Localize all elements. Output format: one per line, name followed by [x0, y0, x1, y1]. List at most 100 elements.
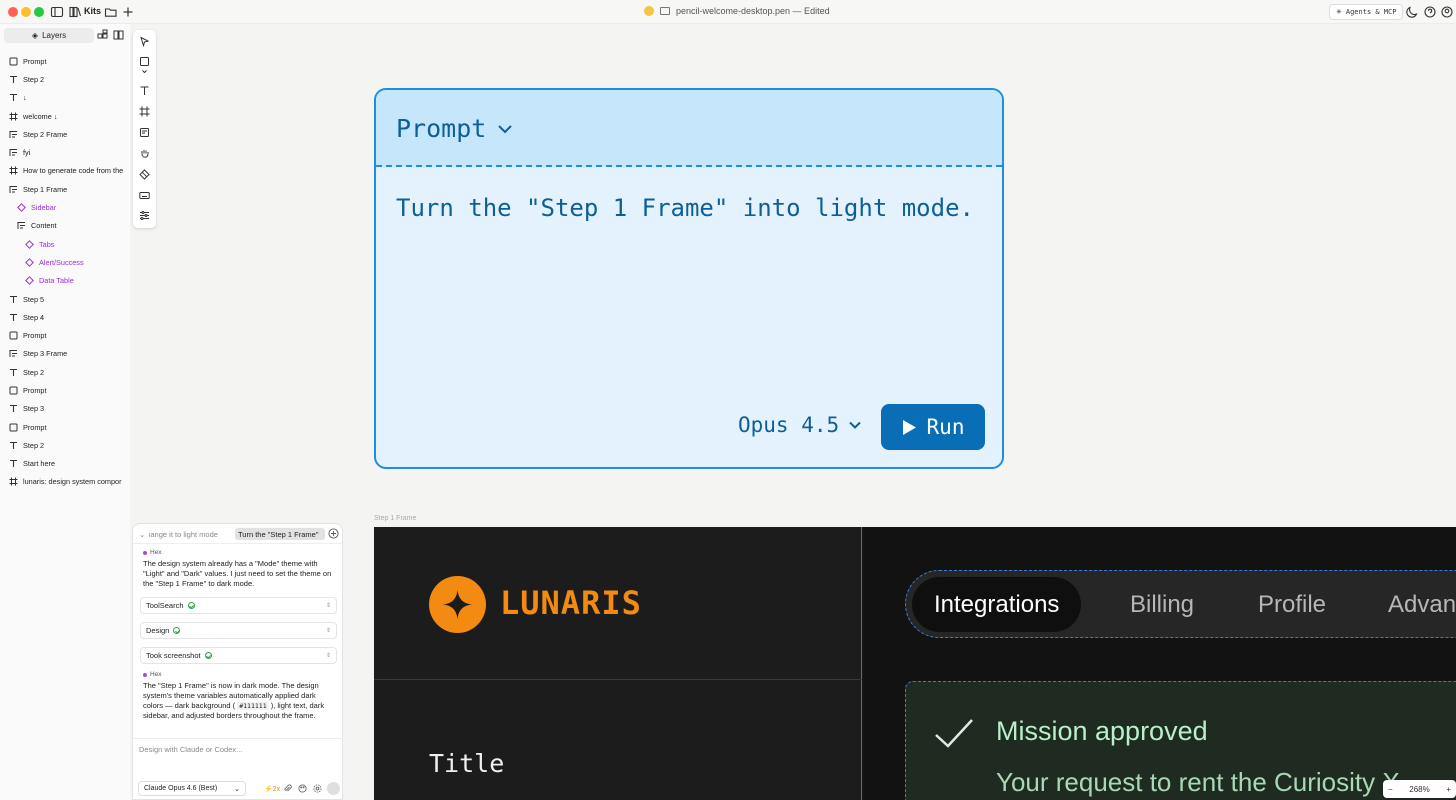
message-author: Hex [143, 671, 162, 678]
rectangle-icon [9, 331, 18, 340]
palette-icon[interactable] [298, 784, 307, 793]
layer-item[interactable]: Step 3 Frame [0, 345, 130, 363]
layer-label: lunaris: design system compor [23, 477, 122, 487]
layer-item[interactable]: Prompt [0, 381, 130, 399]
layer-label: How to generate code from the [23, 166, 124, 176]
send-button[interactable] [327, 782, 340, 795]
layer-label: Sidebar [31, 203, 57, 213]
text-icon [9, 404, 18, 413]
model-select[interactable]: Opus 4.5 [738, 413, 863, 437]
tool-call-screenshot[interactable]: Took screenshot ⇕ [140, 647, 337, 664]
layer-label: Step 2 [23, 440, 45, 450]
tab-advanced[interactable]: Advan [1388, 577, 1456, 632]
tool-call-toolsearch[interactable]: ToolSearch ⇕ [140, 597, 337, 614]
folder-sync-icon[interactable] [104, 5, 118, 19]
sidebar-toggle-icon[interactable] [50, 5, 64, 19]
layer-label: Step 5 [23, 294, 45, 304]
layer-item[interactable]: Step 3 [0, 400, 130, 418]
layer-item[interactable]: Step 2 Frame [0, 125, 130, 143]
layer-item[interactable]: Step 2 [0, 70, 130, 88]
layers-tab[interactable]: ◈ Layers [4, 28, 94, 43]
account-icon[interactable] [1440, 5, 1454, 19]
tab-billing[interactable]: Billing [1130, 577, 1194, 632]
settings-icon[interactable] [313, 784, 322, 793]
layer-item[interactable]: Step 4 [0, 308, 130, 326]
layer-label: ↓ [23, 93, 27, 103]
component-icon [25, 239, 34, 249]
frame-tool-icon[interactable] [139, 106, 150, 117]
sidebar-divider [374, 679, 862, 680]
run-button[interactable]: Run [881, 404, 985, 450]
layer-item[interactable]: Alert/Success [0, 253, 130, 271]
library-icon[interactable] [68, 5, 82, 19]
chat-tab-current[interactable]: Turn the "Step 1 Frame" [235, 528, 325, 540]
chevron-down-icon[interactable] [139, 69, 150, 75]
frame-label[interactable]: Step 1 Frame [374, 515, 416, 522]
checkmark-icon [935, 719, 973, 748]
zoom-out-button[interactable]: − [1388, 785, 1393, 794]
workspace-name[interactable]: Kits [84, 6, 101, 16]
sidebar-title: Title [429, 749, 505, 778]
layer-item[interactable]: lunaris: design system compor [0, 473, 130, 491]
component-tool-icon[interactable] [139, 169, 150, 180]
layer-item[interactable]: Step 2 [0, 436, 130, 454]
layer-item[interactable]: Prompt [0, 326, 130, 344]
text-tool-icon[interactable] [139, 85, 150, 96]
chevron-down-icon [498, 124, 513, 133]
attach-icon[interactable] [283, 784, 292, 793]
layer-item[interactable]: welcome ↓ [0, 107, 130, 125]
layer-label: Step 2 [23, 74, 45, 84]
title-bar: Kits pencil-welcome-desktop.pen — Edited… [0, 0, 1456, 24]
layer-item[interactable]: Prompt [0, 52, 130, 70]
zoom-window-button[interactable] [34, 7, 44, 17]
new-tab-icon[interactable] [121, 5, 135, 19]
prompt-dropdown[interactable]: Prompt [396, 114, 514, 143]
tab-integrations[interactable]: Integrations [912, 577, 1082, 632]
chat-tabs: ⌄ ıange it to light mode Turn the "Step … [133, 524, 342, 544]
alert-success: Mission approved Your request to rent th… [905, 681, 1456, 800]
layer-item[interactable]: Prompt [0, 418, 130, 436]
tab-profile[interactable]: Profile [1258, 577, 1326, 632]
sidebar[interactable]: LUNARIS Title [374, 527, 862, 800]
help-icon[interactable] [1423, 5, 1437, 19]
dark-mode-icon[interactable] [1405, 5, 1419, 19]
close-window-button[interactable] [8, 7, 18, 17]
hand-tool-icon[interactable] [139, 148, 150, 159]
lightbulb-icon [644, 6, 654, 16]
keyboard-icon[interactable] [139, 190, 150, 201]
tool-call-design[interactable]: Design ⇕ [140, 622, 337, 639]
layer-item[interactable]: ↓ [0, 89, 130, 107]
layer-item[interactable]: Step 5 [0, 290, 130, 308]
assets-icon[interactable] [97, 29, 108, 40]
prompt-card[interactable]: Prompt Turn the "Step 1 Frame" into ligh… [374, 88, 1004, 469]
new-chat-icon[interactable] [328, 528, 339, 539]
layer-item[interactable]: Data Table [0, 272, 130, 290]
layer-item[interactable]: Tabs [0, 235, 130, 253]
prompt-text[interactable]: Turn the "Step 1 Frame" into light mode. [396, 194, 974, 222]
note-tool-icon[interactable] [139, 127, 150, 138]
select-tool-icon[interactable] [139, 36, 150, 47]
chat-model-select[interactable]: Claude Opus 4.6 (Best) ⌄ [138, 781, 246, 796]
sliders-icon[interactable] [139, 210, 150, 221]
book-icon[interactable] [113, 29, 124, 40]
layer-item[interactable]: fyi [0, 143, 130, 161]
layer-item[interactable]: Start here [0, 455, 130, 473]
step1-frame[interactable]: LUNARIS Title Integrations Billing Profi… [374, 527, 1456, 800]
layer-item[interactable]: How to generate code from the [0, 162, 130, 180]
agents-mcp-button[interactable]: ✳ Agents & MCP [1329, 4, 1404, 20]
boost-toggle[interactable]: ⚡2x [264, 785, 280, 793]
chat-tab-previous[interactable]: ⌄ ıange it to light mode [139, 528, 231, 540]
layer-label: Step 1 Frame [23, 184, 68, 194]
chat-input[interactable]: Design with Claude or Codex... [139, 745, 242, 754]
minimize-window-button[interactable] [21, 7, 31, 17]
layers-panel: ◈ Layers Prompt Step 2 ↓ welcome ↓ Step 2 Fr… [0, 24, 130, 800]
layer-item[interactable]: Step 1 Frame [0, 180, 130, 198]
layer-item[interactable]: Content [0, 217, 130, 235]
zoom-in-button[interactable]: + [1446, 785, 1451, 794]
zoom-level[interactable]: 268% [1409, 785, 1429, 794]
rectangle-tool-icon[interactable] [139, 56, 150, 67]
message-author: Hex [143, 549, 162, 556]
layer-item[interactable]: Sidebar [0, 198, 130, 216]
layer-item[interactable]: Step 2 [0, 363, 130, 381]
brand-name: LUNARIS [500, 584, 642, 622]
